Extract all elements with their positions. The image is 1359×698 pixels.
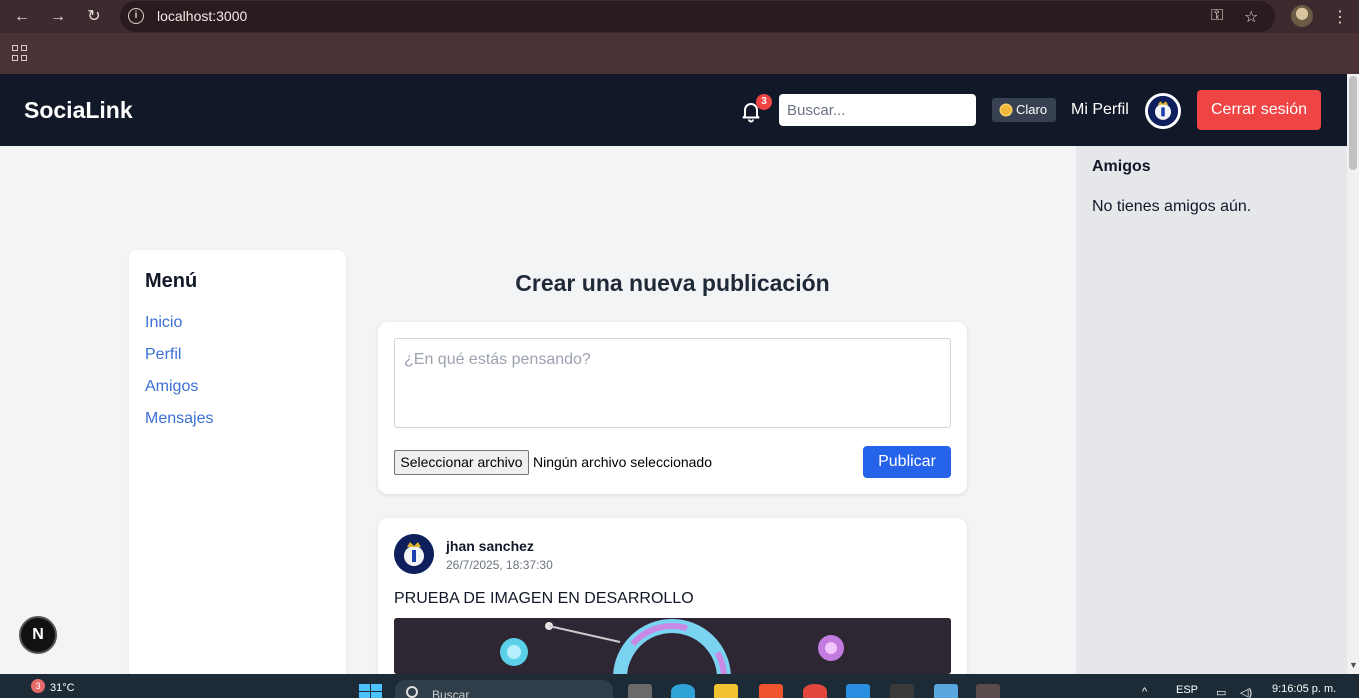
publish-button[interactable]: Publicar xyxy=(863,446,951,478)
dev-tools-button[interactable]: N xyxy=(19,616,57,654)
language-indicator[interactable]: ESP xyxy=(1176,684,1198,696)
friends-panel xyxy=(1076,146,1347,674)
avatar[interactable] xyxy=(1145,93,1181,129)
file-status-text: Ningún archivo seleccionado xyxy=(533,454,712,470)
key-icon[interactable]: ⚿ xyxy=(1211,7,1223,25)
page-title: Crear una nueva publicación xyxy=(515,270,830,296)
url-text[interactable]: localhost:3000 xyxy=(157,8,247,24)
post-text: PRUEBA DE IMAGEN EN DESARROLLO xyxy=(394,590,694,607)
friends-title: Amigos xyxy=(1092,158,1151,175)
clock[interactable]: 9:16:05 p. m. xyxy=(1272,683,1336,695)
terminal-icon[interactable] xyxy=(890,684,914,698)
post-timestamp: 26/7/2025, 18:37:30 xyxy=(446,558,553,572)
start-icon[interactable] xyxy=(359,684,382,698)
taskbar-search-label: Buscar xyxy=(432,688,470,698)
volume-icon[interactable]: ◁) xyxy=(1240,686,1252,698)
notification-badge: 3 xyxy=(756,94,772,110)
reload-icon[interactable]: ↻ xyxy=(83,6,105,28)
search-input[interactable] xyxy=(779,94,976,126)
back-icon[interactable]: ← xyxy=(11,6,33,28)
address-bar[interactable] xyxy=(120,1,1275,32)
scrollbar-thumb[interactable] xyxy=(1349,76,1357,170)
file-explorer-icon[interactable] xyxy=(714,684,738,698)
post-author-name[interactable]: jhan sanchez xyxy=(446,538,534,554)
active-chrome-icon[interactable] xyxy=(976,684,1000,698)
tray-chevron-icon[interactable]: ^ xyxy=(1142,686,1147,698)
theme-toggle-button[interactable]: Claro xyxy=(992,98,1056,122)
sidebar-item-mensajes[interactable]: Mensajes xyxy=(145,410,213,428)
edge-icon[interactable] xyxy=(671,684,695,698)
browser-menu-icon[interactable]: ⋮ xyxy=(1332,7,1348,27)
browser-profile-avatar[interactable] xyxy=(1291,5,1313,27)
post-content-input[interactable] xyxy=(394,338,951,428)
apps-grid-icon[interactable] xyxy=(12,45,28,61)
weather-temp[interactable]: 31°C xyxy=(50,682,75,694)
post-image[interactable] xyxy=(394,618,951,674)
star-icon[interactable]: ☆ xyxy=(1244,7,1258,27)
friends-empty-message: No tienes amigos aún. xyxy=(1092,198,1252,215)
search-icon xyxy=(406,686,418,698)
network-icon[interactable]: ▭ xyxy=(1216,686,1226,698)
select-file-button[interactable]: Seleccionar archivo xyxy=(394,450,529,475)
taskbar-search[interactable] xyxy=(395,680,613,698)
logout-button[interactable]: Cerrar sesión xyxy=(1197,90,1321,130)
vscode-icon[interactable] xyxy=(846,684,870,698)
sidebar-item-amigos[interactable]: Amigos xyxy=(145,378,198,396)
weather-badge: 3 xyxy=(31,679,45,693)
sidebar-item-perfil[interactable]: Perfil xyxy=(145,346,181,364)
bookmarks-bar xyxy=(0,33,1359,74)
chrome-icon[interactable] xyxy=(803,684,827,698)
brave-icon[interactable] xyxy=(759,684,783,698)
post-author-avatar[interactable] xyxy=(394,534,434,574)
site-info-icon[interactable]: i xyxy=(128,8,144,24)
scroll-down-icon[interactable]: ▼ xyxy=(1349,660,1358,670)
menu-title: Menú xyxy=(145,270,198,292)
app-icon[interactable] xyxy=(934,684,958,698)
my-profile-link[interactable]: Mi Perfil xyxy=(1071,101,1129,119)
brand-logo[interactable]: SociaLink xyxy=(24,97,133,124)
forward-icon[interactable]: → xyxy=(47,6,69,28)
task-view-icon[interactable] xyxy=(628,684,652,698)
sidebar-item-inicio[interactable]: Inicio xyxy=(145,314,182,332)
theme-label: Claro xyxy=(1016,102,1048,117)
sun-icon xyxy=(1001,105,1011,115)
